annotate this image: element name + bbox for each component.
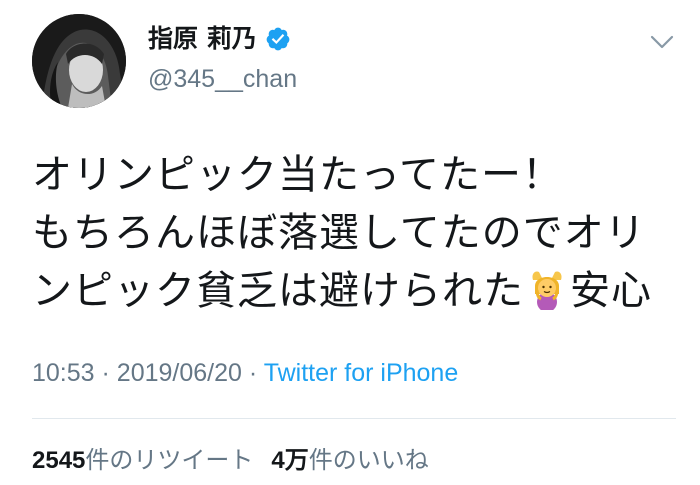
avatar-image	[32, 14, 126, 108]
tweet-stats: 2545件のリツイート 4万件のいいね	[32, 443, 429, 478]
meta-separator: ·	[101, 359, 110, 387]
meta-separator: ·	[248, 359, 258, 387]
display-name[interactable]: 指原 莉乃	[148, 22, 257, 56]
author-handle[interactable]: @345__chan	[148, 62, 297, 96]
retweets-label: 件のリツイート	[85, 446, 254, 474]
tweet-date[interactable]: 2019/06/20	[117, 359, 242, 387]
likes-stat[interactable]: 4万件のいいね	[271, 446, 428, 474]
tweet-text: オリンピック当たってたー！ もちろんほぼ落選してたのでオリ ンピック貧乏は避けら…	[32, 146, 672, 320]
retweets-count: 2545	[32, 447, 86, 474]
likes-label: 件のいいね	[308, 446, 429, 474]
tweet-line-text: 安心	[570, 268, 652, 314]
tweet-source-link[interactable]: Twitter for iPhone	[264, 359, 459, 387]
author-name-row[interactable]: 指原 莉乃	[148, 22, 291, 56]
likes-count: 4万	[271, 447, 309, 474]
woman-gesturing-ok-icon	[532, 271, 562, 310]
tweet-line: もちろんほぼ落選してたのでオリ	[32, 210, 646, 256]
retweets-stat[interactable]: 2545件のリツイート	[32, 446, 253, 474]
verified-badge-icon	[266, 27, 290, 51]
tweet-meta: 10:53 · 2019/06/20 · Twitter for iPhone	[32, 356, 458, 390]
divider	[32, 418, 676, 419]
chevron-down-icon[interactable]	[648, 32, 676, 52]
tweet-line: ンピック貧乏は避けられた 安心	[32, 262, 672, 320]
tweet-time[interactable]: 10:53	[32, 359, 95, 387]
avatar[interactable]	[32, 14, 126, 108]
tweet-line: オリンピック当たってたー！	[32, 152, 563, 198]
tweet-line-text: ンピック貧乏は避けられた	[32, 268, 524, 314]
